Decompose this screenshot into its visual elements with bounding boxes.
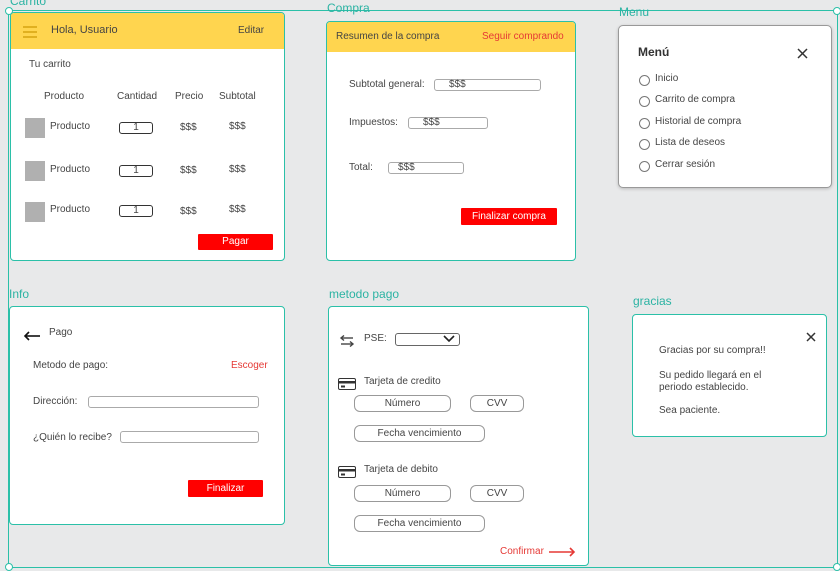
- choose-method-link[interactable]: Escoger: [231, 360, 268, 371]
- swap-arrows-icon: [339, 334, 355, 348]
- menu-radio-history[interactable]: [639, 118, 650, 129]
- summary-title: Resumen de la compra: [336, 31, 440, 42]
- quantity-input[interactable]: 1: [119, 205, 153, 217]
- credit-card-expiry-input[interactable]: Fecha vencimiento: [354, 425, 485, 442]
- frame-label-carrito[interactable]: Carrito: [10, 0, 46, 8]
- chevron-down-icon: [443, 335, 455, 346]
- column-header-product: Producto: [44, 91, 85, 102]
- edit-link[interactable]: Editar: [238, 25, 264, 36]
- arrow-right-icon[interactable]: [548, 544, 576, 557]
- menu-radio-wishlist[interactable]: [639, 139, 650, 150]
- debit-card-label: Tarjeta de debito: [364, 464, 438, 475]
- pse-label: PSE:: [364, 333, 387, 344]
- product-thumbnail: [25, 202, 45, 222]
- product-name: Producto: [50, 204, 91, 215]
- taxes-label: Impuestos:: [349, 117, 398, 128]
- menu-radio-cart[interactable]: [639, 96, 650, 107]
- product-price: $$$: [180, 206, 197, 217]
- credit-card-icon: [338, 377, 356, 390]
- finish-button[interactable]: Finalizar: [188, 480, 263, 497]
- subtotal-label: Subtotal general:: [349, 79, 425, 90]
- total-field: $$$: [388, 162, 464, 174]
- delivery-message: Su pedido llegará en el periodo establec…: [659, 370, 762, 393]
- debit-card-icon: [338, 465, 356, 478]
- info-card: Pago Metodo de pago: Escoger Dirección: …: [9, 306, 285, 525]
- selection-handle[interactable]: [833, 563, 840, 571]
- address-label: Dirección:: [33, 396, 78, 407]
- info-title: Pago: [49, 327, 73, 338]
- pse-select[interactable]: [395, 333, 460, 346]
- patience-message: Sea paciente.: [659, 405, 721, 416]
- frame-label-metodo-pago[interactable]: metodo pago: [329, 287, 399, 301]
- frame-label-compra[interactable]: Compra: [327, 1, 370, 15]
- cart-card: Hola, Usuario Editar Tu carrito Producto…: [10, 12, 285, 261]
- frame-label-menu[interactable]: Menu: [619, 5, 649, 19]
- menu-item-logout[interactable]: Cerrar sesión: [655, 159, 715, 170]
- menu-item-wishlist[interactable]: Lista de deseos: [655, 137, 725, 148]
- product-subtotal: $$$: [229, 164, 246, 175]
- debit-card-expiry-input[interactable]: Fecha vencimiento: [354, 515, 485, 532]
- product-subtotal: $$$: [229, 204, 246, 215]
- credit-card-cvv-input[interactable]: CVV: [470, 395, 524, 412]
- column-header-subtotal: Subtotal: [219, 91, 256, 102]
- debit-card-number-input[interactable]: Número: [354, 485, 451, 502]
- menu-radio-inicio[interactable]: [639, 75, 650, 86]
- credit-card-number-input[interactable]: Número: [354, 395, 451, 412]
- frame-label-gracias[interactable]: gracias: [633, 294, 672, 308]
- selection-handle[interactable]: [833, 7, 840, 15]
- product-subtotal: $$$: [229, 121, 246, 132]
- menu-item-history[interactable]: Historial de compra: [655, 116, 741, 127]
- confirm-link[interactable]: Confirmar: [500, 546, 544, 557]
- thanks-message: Gracias por su compra!!: [659, 345, 766, 356]
- menu-item-inicio[interactable]: Inicio: [655, 73, 678, 84]
- continue-shopping-link[interactable]: Seguir comprando: [482, 31, 564, 42]
- product-price: $$$: [180, 165, 197, 176]
- quantity-input[interactable]: 1: [119, 122, 153, 134]
- column-header-quantity: Cantidad: [117, 91, 158, 102]
- receiver-label: ¿Quién lo recibe?: [33, 432, 112, 443]
- menu-radio-logout[interactable]: [639, 161, 650, 172]
- purchase-summary-card: Resumen de la compra Seguir comprando Su…: [326, 21, 576, 261]
- receiver-input[interactable]: [120, 431, 259, 443]
- payment-method-card: PSE: Tarjeta de credito Número CVV Fecha…: [328, 306, 589, 566]
- quantity-input[interactable]: 1: [119, 165, 153, 177]
- back-arrow-icon[interactable]: [23, 328, 41, 341]
- selection-handle[interactable]: [5, 563, 13, 571]
- product-price: $$$: [180, 122, 197, 133]
- menu-item-cart[interactable]: Carrito de compra: [655, 94, 735, 105]
- taxes-field: $$$: [408, 117, 488, 129]
- menu-card: Menú Inicio Carrito de compra Historial …: [618, 25, 832, 188]
- total-label: Total:: [349, 162, 373, 173]
- product-name: Producto: [50, 121, 91, 132]
- product-thumbnail: [25, 161, 45, 181]
- cart-subtitle: Tu carrito: [29, 59, 71, 70]
- thank-you-card: Gracias por su compra!! Su pedido llegar…: [632, 314, 827, 437]
- debit-card-cvv-input[interactable]: CVV: [470, 485, 524, 502]
- product-name: Producto: [50, 164, 91, 175]
- menu-title: Menú: [638, 45, 670, 59]
- frame-label-info[interactable]: Info: [9, 287, 29, 301]
- greeting: Hola, Usuario: [51, 24, 118, 36]
- subtotal-field: $$$: [434, 79, 541, 91]
- pay-button[interactable]: Pagar: [198, 234, 273, 250]
- hamburger-icon[interactable]: [23, 25, 37, 38]
- payment-method-label: Metodo de pago:: [33, 360, 109, 371]
- address-input[interactable]: [88, 396, 259, 408]
- close-icon[interactable]: [797, 46, 808, 59]
- close-icon[interactable]: [806, 329, 816, 342]
- product-thumbnail: [25, 118, 45, 138]
- finish-purchase-button[interactable]: Finalizar compra: [461, 208, 557, 225]
- column-header-price: Precio: [175, 91, 204, 102]
- credit-card-label: Tarjeta de credito: [364, 376, 441, 387]
